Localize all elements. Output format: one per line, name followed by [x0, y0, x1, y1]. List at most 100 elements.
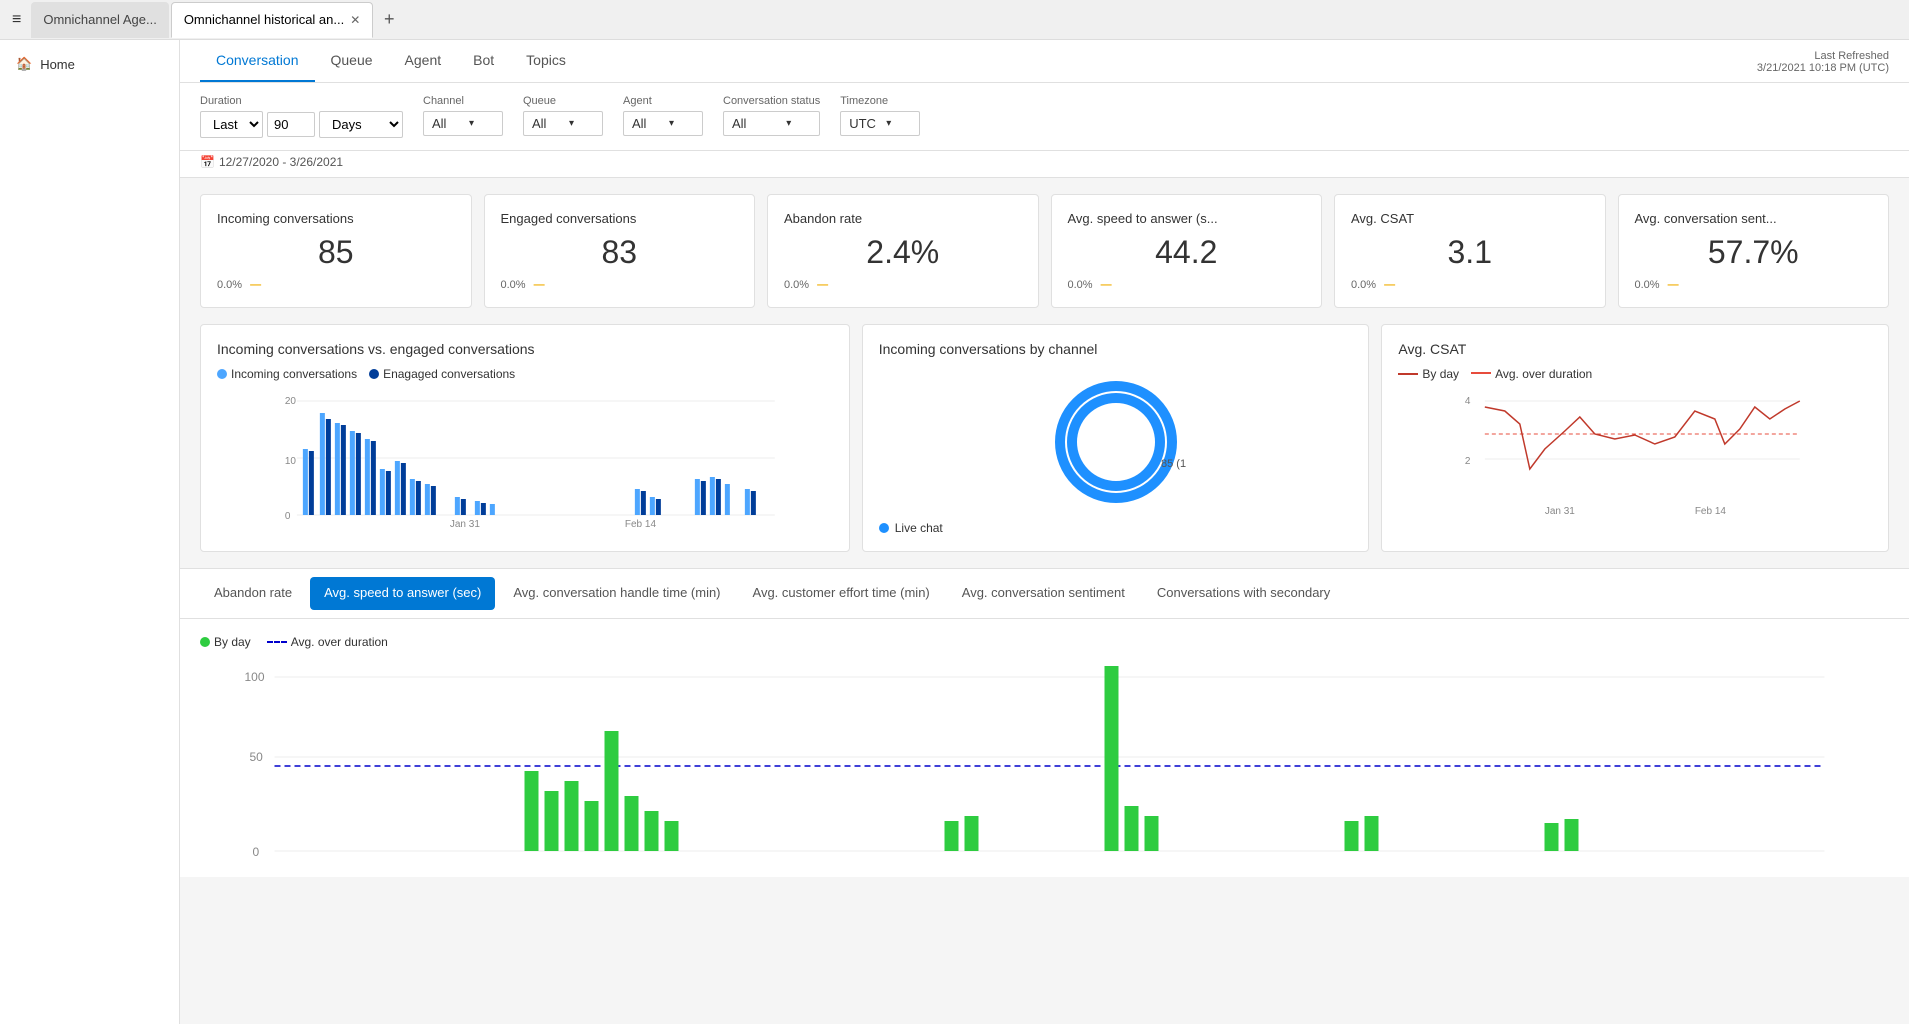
vs-chart-title: Incoming conversations vs. engaged conve…: [217, 341, 833, 357]
kpi-value: 3.1: [1351, 234, 1589, 271]
bottom-tab-handle-time[interactable]: Avg. conversation handle time (min): [499, 577, 734, 610]
avg-csat-chart-card: Avg. CSAT By day Avg. over duration 4 2: [1381, 324, 1889, 552]
svg-text:10: 10: [285, 456, 297, 467]
kpi-change: 0.0%: [1068, 279, 1093, 291]
bottom-tab-secondary[interactable]: Conversations with secondary: [1143, 577, 1344, 610]
sidebar: 🏠 Home: [0, 40, 180, 1024]
avg-csat-line-chart: 4 2 Jan 31 Feb 14: [1398, 389, 1872, 519]
content-area: Conversation Queue Agent Bot Topics Last…: [180, 40, 1909, 1024]
vs-legend-incoming: Incoming conversations: [231, 367, 357, 381]
kpi-trend: —: [817, 279, 828, 291]
kpi-card-incoming: Incoming conversations 85 0.0% —: [200, 194, 472, 308]
menu-icon[interactable]: ≡: [4, 7, 29, 33]
csat-legend-avg: Avg. over duration: [1495, 367, 1592, 381]
queue-label: Queue: [523, 95, 603, 107]
bottom-tabs-bar: Abandon rate Avg. speed to answer (sec) …: [180, 568, 1909, 619]
by-channel-chart-card: Incoming conversations by channel 85 (10…: [862, 324, 1370, 552]
kpi-value: 44.2: [1068, 234, 1306, 271]
conversation-status-select[interactable]: All▾: [723, 111, 820, 136]
kpi-change: 0.0%: [1635, 279, 1660, 291]
bottom-chart-area: By day Avg. over duration 100 50 0: [180, 619, 1909, 877]
live-chat-legend: Live chat: [895, 521, 943, 535]
vs-bar-chart: 20 10 0: [217, 389, 833, 529]
filters-bar: Duration Last Days Channel All▾: [180, 83, 1909, 151]
kpi-card-engaged: Engaged conversations 83 0.0% —: [484, 194, 756, 308]
kpi-title: Avg. conversation sent...: [1635, 211, 1873, 226]
date-range: 📅 12/27/2020 - 3/26/2021: [180, 151, 1909, 178]
by-channel-title: Incoming conversations by channel: [879, 341, 1353, 357]
tab-omnichannel-historical[interactable]: Omnichannel historical an... ✕: [171, 2, 373, 38]
csat-legend-byday: By day: [1422, 367, 1459, 381]
svg-text:0: 0: [253, 845, 260, 859]
close-icon[interactable]: ✕: [350, 13, 360, 27]
svg-text:Feb 14: Feb 14: [1695, 506, 1727, 517]
bottom-legend-avg: Avg. over duration: [291, 635, 388, 649]
kpi-title: Incoming conversations: [217, 211, 455, 226]
kpi-card-abandon: Abandon rate 2.4% 0.0% —: [767, 194, 1039, 308]
kpi-card-sentiment: Avg. conversation sent... 57.7% 0.0% —: [1618, 194, 1890, 308]
svg-text:0: 0: [285, 511, 291, 522]
bottom-legend-byday: By day: [214, 635, 251, 649]
svg-text:Jan 31: Jan 31: [1545, 506, 1575, 517]
kpi-change: 0.0%: [784, 279, 809, 291]
svg-text:2: 2: [1465, 456, 1471, 467]
channel-label: Channel: [423, 95, 503, 107]
donut-chart: 85 (100%): [1046, 372, 1186, 512]
duration-preset-select[interactable]: Last: [200, 111, 263, 138]
last-refreshed-value: 3/21/2021 10:18 PM (UTC): [1757, 62, 1889, 74]
kpi-trend: —: [250, 279, 261, 291]
svg-text:Feb 14: Feb 14: [625, 519, 657, 529]
tab-topics[interactable]: Topics: [510, 40, 582, 82]
tab-agent[interactable]: Agent: [389, 40, 458, 82]
tab-conversation[interactable]: Conversation: [200, 40, 315, 82]
kpi-title: Engaged conversations: [501, 211, 739, 226]
conversation-status-label: Conversation status: [723, 95, 820, 107]
tab-omnichannel-agent[interactable]: Omnichannel Age...: [31, 2, 168, 38]
bottom-bar-chart: 100 50 0: [200, 661, 1889, 861]
bottom-tab-abandon[interactable]: Abandon rate: [200, 577, 306, 610]
duration-filter: Duration Last Days: [200, 95, 403, 138]
svg-text:20: 20: [285, 396, 297, 407]
agent-select[interactable]: All▾: [623, 111, 703, 136]
timezone-label: Timezone: [840, 95, 920, 107]
duration-unit-select[interactable]: Days: [319, 111, 403, 138]
tab-label: Omnichannel historical an...: [184, 12, 344, 27]
avg-csat-title: Avg. CSAT: [1398, 341, 1872, 357]
tab-queue[interactable]: Queue: [315, 40, 389, 82]
timezone-filter: Timezone UTC▾: [840, 95, 920, 136]
bottom-tab-effort-time[interactable]: Avg. customer effort time (min): [739, 577, 944, 610]
bottom-tab-avg-speed[interactable]: Avg. speed to answer (sec): [310, 577, 495, 610]
duration-value-input[interactable]: [267, 112, 315, 137]
kpi-card-speed: Avg. speed to answer (s... 44.2 0.0% —: [1051, 194, 1323, 308]
svg-text:85 (100%): 85 (100%): [1161, 458, 1186, 470]
agent-label: Agent: [623, 95, 703, 107]
kpi-trend: —: [1668, 279, 1679, 291]
kpi-title: Avg. speed to answer (s...: [1068, 211, 1306, 226]
duration-label: Duration: [200, 95, 403, 107]
kpi-change: 0.0%: [1351, 279, 1376, 291]
charts-row: Incoming conversations vs. engaged conve…: [180, 324, 1909, 568]
kpi-change: 0.0%: [501, 279, 526, 291]
kpi-value: 2.4%: [784, 234, 1022, 271]
kpi-card-csat: Avg. CSAT 3.1 0.0% —: [1334, 194, 1606, 308]
bottom-tab-sentiment[interactable]: Avg. conversation sentiment: [948, 577, 1139, 610]
tab-bot[interactable]: Bot: [457, 40, 510, 82]
home-icon: 🏠: [16, 56, 32, 72]
channel-filter: Channel All▾: [423, 95, 503, 136]
sidebar-item-home[interactable]: 🏠 Home: [0, 48, 179, 80]
kpi-value: 85: [217, 234, 455, 271]
nav-tabs: Conversation Queue Agent Bot Topics: [200, 40, 582, 82]
svg-text:100: 100: [245, 670, 265, 684]
kpi-trend: —: [1101, 279, 1112, 291]
vs-chart-card: Incoming conversations vs. engaged conve…: [200, 324, 850, 552]
channel-select[interactable]: All▾: [423, 111, 503, 136]
queue-select[interactable]: All▾: [523, 111, 603, 136]
svg-text:Jan 31: Jan 31: [450, 519, 480, 529]
timezone-select[interactable]: UTC▾: [840, 111, 920, 136]
last-refreshed: Last Refreshed 3/21/2021 10:18 PM (UTC): [1757, 42, 1889, 82]
svg-text:4: 4: [1465, 396, 1471, 407]
last-refreshed-label: Last Refreshed: [1757, 50, 1889, 62]
queue-filter: Queue All▾: [523, 95, 603, 136]
calendar-icon: 📅: [200, 155, 215, 169]
add-tab-button[interactable]: +: [375, 6, 403, 34]
